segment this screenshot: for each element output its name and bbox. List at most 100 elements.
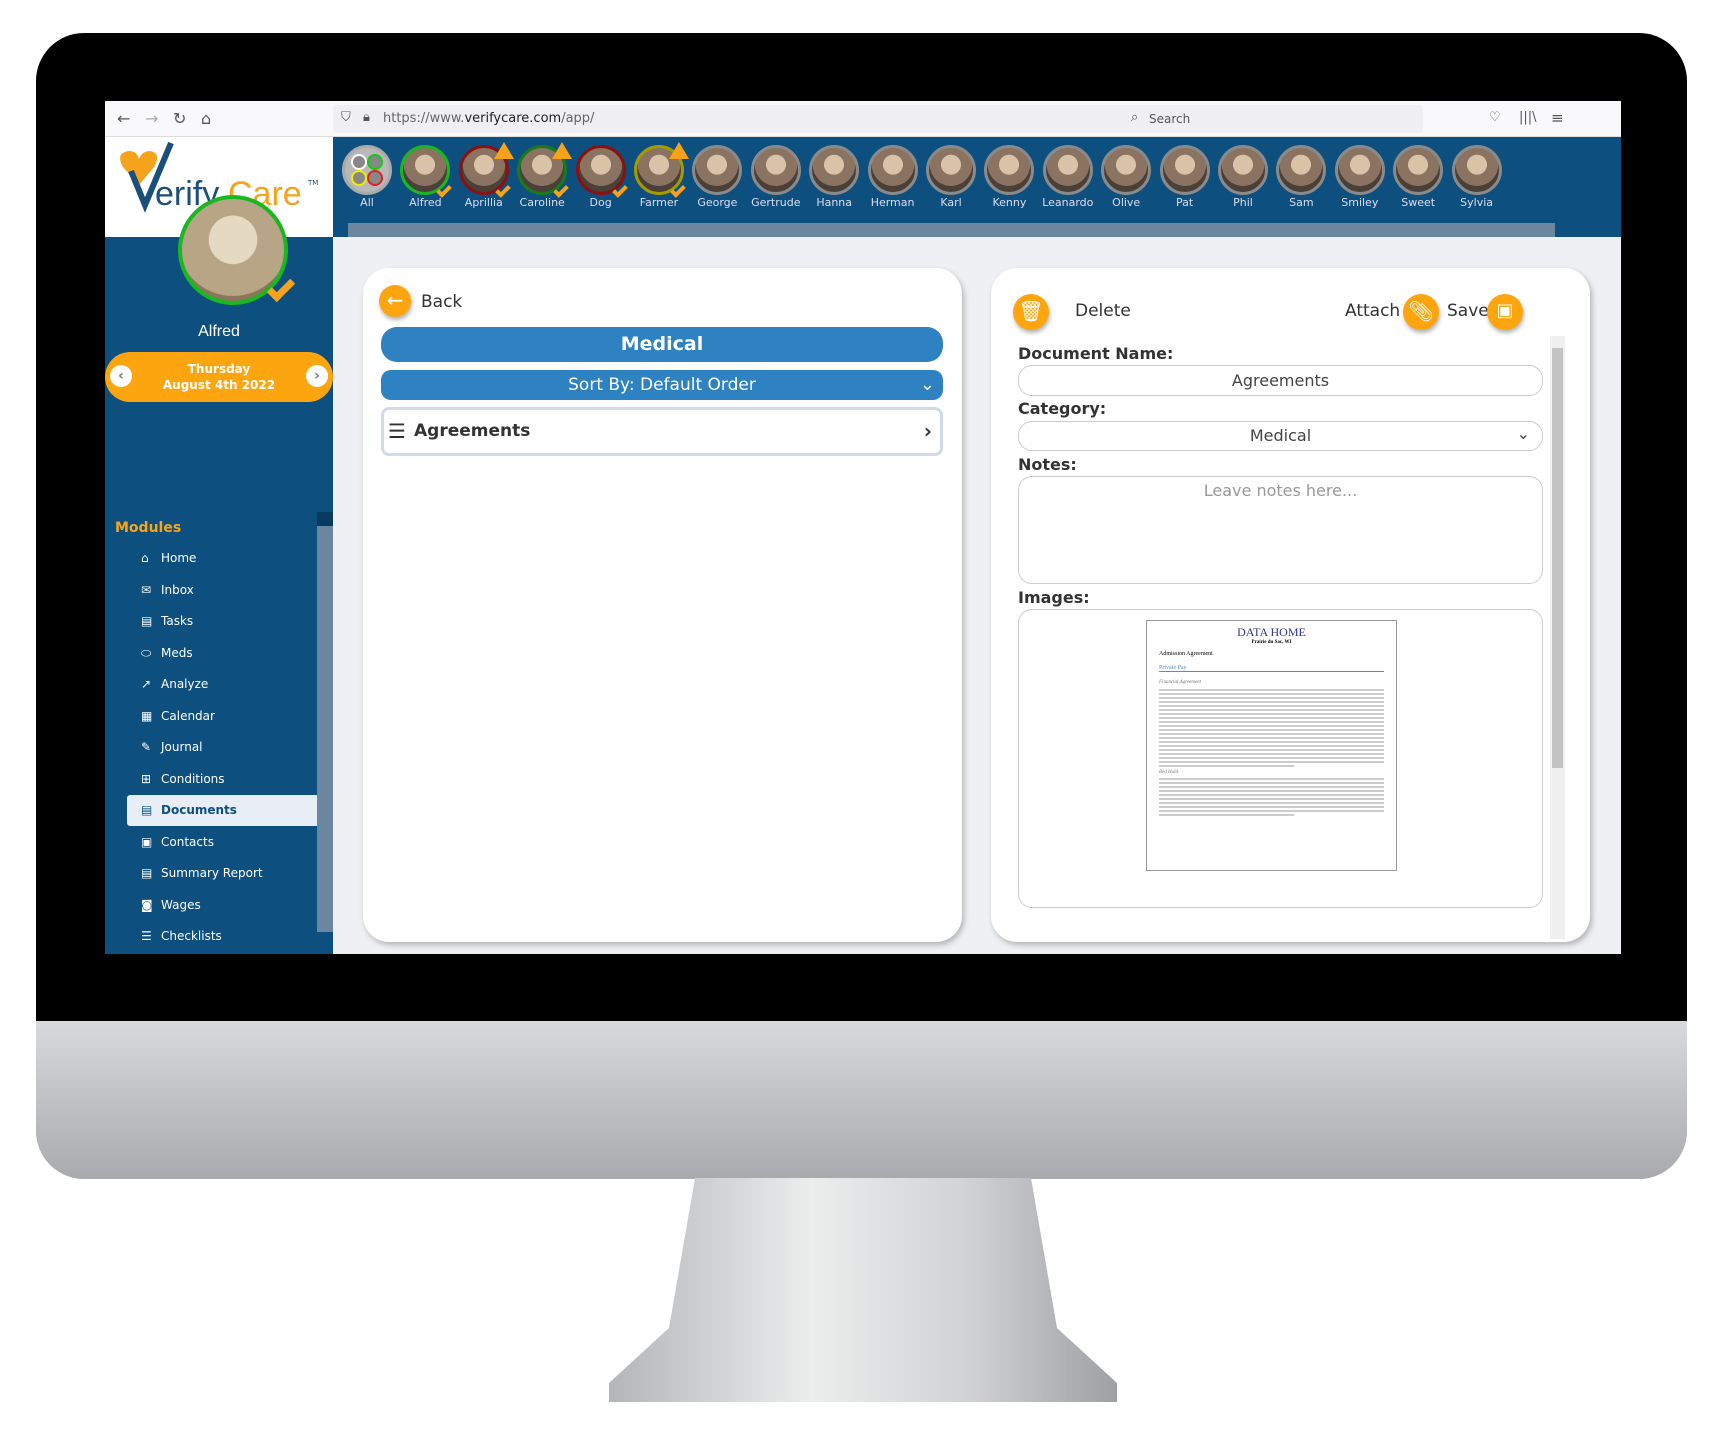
sidebar-item-analyze[interactable]: ↗ Analyze bbox=[127, 669, 317, 700]
detail-scrollbar[interactable] bbox=[1550, 336, 1565, 939]
url-bar[interactable]: ⛉ 🔒︎ https://www.verifycare.com/app/ ★ bbox=[333, 105, 1223, 133]
sidebar-item-wages[interactable]: ◙ Wages bbox=[127, 890, 317, 921]
doc-text-line bbox=[1159, 798, 1384, 800]
sort-dropdown[interactable]: Sort By: Default Order ⌄ bbox=[381, 370, 943, 400]
resident-name: Sweet bbox=[1401, 196, 1436, 209]
library-icon[interactable]: |||\ bbox=[1519, 110, 1537, 125]
sidebar-item-contacts[interactable]: ▣ Contacts bbox=[127, 827, 317, 858]
scrollbar-thumb[interactable] bbox=[1552, 348, 1563, 768]
resident-farmer[interactable]: Farmer bbox=[627, 142, 691, 209]
chevron-down-icon: ⌄ bbox=[1516, 424, 1530, 443]
sidebar-item-label: Journal bbox=[161, 740, 203, 754]
paperclip-icon[interactable]: 📎︎ bbox=[1403, 294, 1439, 330]
monitor-stand bbox=[609, 1178, 1117, 1402]
chart-line-icon: ↗ bbox=[141, 677, 152, 691]
document-image-thumbnail[interactable]: DATA HOME Prairie du Sac, WI Admission A… bbox=[1146, 620, 1397, 871]
doc-subtitle: Prairie du Sac, WI bbox=[1251, 640, 1292, 645]
resident-aprillia[interactable]: Aprillia bbox=[452, 142, 516, 209]
doc-subsection2: Bed Hold bbox=[1159, 770, 1179, 775]
pocket-icon[interactable]: ♡ bbox=[1489, 110, 1501, 125]
home-icon[interactable]: ⌂ bbox=[201, 109, 211, 128]
sidebar-item-tasks[interactable]: ▤ Tasks bbox=[127, 606, 317, 637]
resident-herman[interactable]: Herman bbox=[861, 145, 925, 209]
resident-karl[interactable]: Karl bbox=[919, 145, 983, 209]
doc-text-line bbox=[1159, 802, 1384, 804]
resident-name: Alfred bbox=[409, 196, 442, 209]
doc-text-line bbox=[1159, 745, 1384, 747]
sidebar-item-label: Calendar bbox=[161, 708, 215, 723]
sidebar-item-documents[interactable]: ▤ Documents bbox=[127, 795, 317, 826]
resident-avatar bbox=[458, 142, 514, 198]
sidebar-scrollbar[interactable] bbox=[317, 512, 333, 932]
resident-dog[interactable]: Dog bbox=[569, 145, 633, 209]
resident-name: Pat bbox=[1175, 196, 1194, 209]
category-value: Medical bbox=[1249, 426, 1312, 445]
sidebar-item-summary-report[interactable]: ▤ Summary Report bbox=[127, 858, 317, 889]
resident-avatar[interactable] bbox=[178, 195, 296, 305]
resident-sylvia[interactable]: Sylvia bbox=[1445, 145, 1509, 209]
resident-sweet[interactable]: Sweet bbox=[1386, 145, 1450, 209]
resident-caroline[interactable]: Caroline bbox=[510, 142, 574, 209]
search-input[interactable]: ⌕ Search bbox=[1123, 105, 1423, 133]
sidebar-item-checklists[interactable]: ☰ Checklists bbox=[127, 921, 317, 952]
resident-leanardo[interactable]: Leanardo bbox=[1036, 145, 1100, 209]
forward-arrow-icon[interactable]: → bbox=[145, 109, 158, 128]
doc-text-line bbox=[1159, 701, 1384, 703]
resident-smiley[interactable]: Smiley bbox=[1328, 145, 1392, 209]
menu-icon[interactable]: ≡ bbox=[1551, 109, 1564, 127]
doc-text-line bbox=[1159, 717, 1384, 719]
back-arrow-icon[interactable]: ← bbox=[379, 285, 411, 317]
sidebar-item-home[interactable]: ⌂ Home bbox=[127, 543, 317, 574]
resident-olive[interactable]: Olive bbox=[1094, 145, 1158, 209]
resident-pat[interactable]: Pat bbox=[1153, 145, 1217, 209]
save-button[interactable]: Save bbox=[1447, 301, 1489, 321]
document-list-item[interactable]: ☰ Agreements › bbox=[381, 407, 943, 456]
sidebar-item-label: Summary Report bbox=[161, 866, 263, 880]
category-title: Medical bbox=[381, 327, 943, 362]
sidebar-item-label: Inbox bbox=[161, 582, 194, 597]
resident-avatar bbox=[692, 145, 743, 195]
scrollbar-thumb[interactable] bbox=[348, 223, 1555, 237]
screen: ← → ↻ ⌂ ⛉ 🔒︎ https://www.verifycare.com/… bbox=[105, 101, 1621, 954]
resident-kenny[interactable]: Kenny bbox=[977, 145, 1041, 209]
sort-label: Sort By: Default Order bbox=[568, 375, 756, 395]
notes-textarea[interactable]: Leave notes here... bbox=[1018, 476, 1543, 584]
back-button[interactable]: Back bbox=[421, 292, 462, 312]
lock-icon: 🔒︎ bbox=[363, 110, 370, 125]
resident-all[interactable]: All bbox=[335, 145, 399, 209]
doc-text-line bbox=[1159, 749, 1384, 751]
sidebar-item-label: Meds bbox=[161, 645, 193, 660]
resident-alfred[interactable]: Alfred bbox=[393, 145, 457, 209]
reload-icon[interactable]: ↻ bbox=[173, 109, 186, 128]
notes-label: Notes: bbox=[1018, 455, 1077, 474]
chevron-right-icon[interactable]: › bbox=[306, 365, 328, 387]
resident-avatar bbox=[1159, 145, 1210, 195]
resident-gertrude[interactable]: Gertrude bbox=[744, 145, 808, 209]
sidebar-item-label: Home bbox=[161, 551, 197, 565]
back-arrow-icon[interactable]: ← bbox=[117, 109, 130, 128]
drag-handle-icon[interactable]: ☰ bbox=[388, 410, 406, 453]
document-name-input[interactable]: Agreements bbox=[1018, 365, 1543, 396]
sidebar-item-label: Checklists bbox=[161, 929, 222, 943]
sidebar-item-conditions[interactable]: ⊞ Conditions bbox=[127, 764, 317, 795]
resident-sam[interactable]: Sam bbox=[1269, 145, 1333, 209]
sidebar-item-inbox[interactable]: ✉ Inbox bbox=[127, 575, 317, 606]
medical-icon: ⊞ bbox=[141, 771, 152, 786]
all-residents-icon bbox=[342, 145, 392, 195]
resident-name: Olive bbox=[1112, 196, 1141, 209]
resident-phil[interactable]: Phil bbox=[1211, 145, 1275, 209]
images-label: Images: bbox=[1018, 588, 1090, 607]
trash-icon[interactable]: 🗑︎ bbox=[1013, 294, 1049, 330]
attach-button[interactable]: Attach bbox=[1345, 301, 1400, 321]
resident-strip-scrollbar[interactable] bbox=[333, 223, 1621, 237]
delete-button[interactable]: Delete bbox=[1075, 301, 1131, 321]
category-select[interactable]: Medical ⌄ bbox=[1018, 421, 1543, 451]
resident-george[interactable]: George bbox=[685, 145, 749, 209]
sidebar-item-meds[interactable]: ⬭ Meds bbox=[127, 638, 317, 669]
sidebar-item-calendar[interactable]: ▦ Calendar bbox=[127, 701, 317, 732]
url-prefix: https://www. bbox=[383, 111, 465, 126]
sidebar-item-journal[interactable]: ✎ Journal bbox=[127, 732, 317, 763]
resident-hanna[interactable]: Hanna bbox=[802, 145, 866, 209]
floppy-disk-icon[interactable]: ▣ bbox=[1487, 294, 1523, 330]
chevron-left-icon[interactable]: ‹ bbox=[110, 365, 132, 387]
